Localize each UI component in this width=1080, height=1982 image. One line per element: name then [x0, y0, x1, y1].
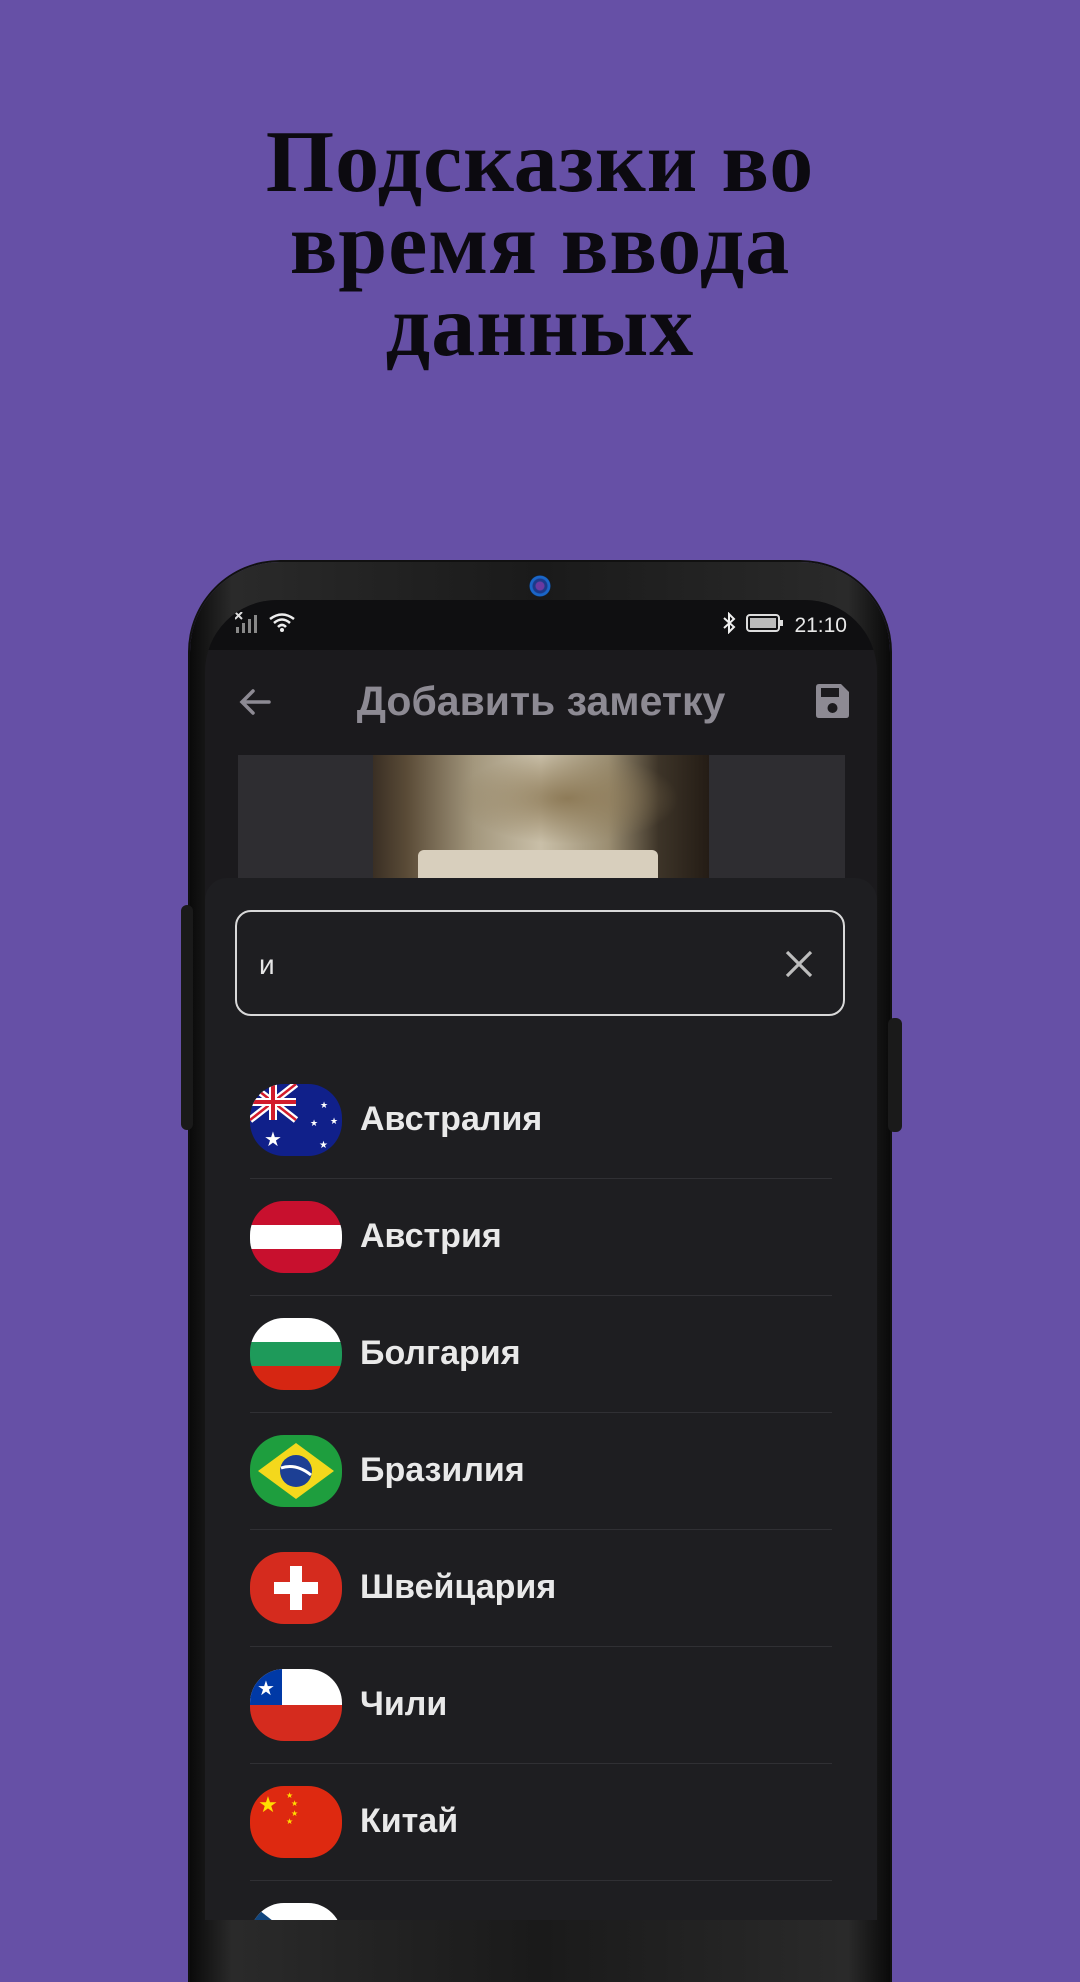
country-name: Чили: [360, 1685, 448, 1723]
svg-text:★: ★: [291, 1799, 298, 1808]
list-item[interactable]: [205, 1881, 877, 1920]
svg-text:★: ★: [258, 1793, 278, 1818]
china-flag-icon: ★ ★ ★ ★ ★: [250, 1786, 342, 1858]
country-search-field[interactable]: [235, 910, 845, 1016]
phone-screen: 21:10 Добавить заметку и ★ ★ ★ ★ ★ Австр…: [205, 600, 877, 1920]
svg-text:★: ★: [330, 1117, 338, 1127]
svg-text:★: ★: [257, 1676, 275, 1700]
svg-text:★: ★: [320, 1101, 328, 1111]
list-item[interactable]: ★ ★ ★ ★ ★ Австралия: [205, 1062, 877, 1179]
country-name: Австрия: [360, 1217, 502, 1255]
svg-text:★: ★: [310, 1119, 318, 1129]
list-item[interactable]: Австрия: [205, 1179, 877, 1296]
list-item[interactable]: ★ Чили: [205, 1647, 877, 1764]
country-name: Австралия: [360, 1100, 543, 1138]
bottle-label: [418, 850, 658, 880]
status-bar: 21:10: [205, 600, 877, 650]
headline-line-3: данных: [385, 278, 695, 375]
list-item[interactable]: ★ ★ ★ ★ ★ Китай: [205, 1764, 877, 1881]
switzerland-flag-icon: [250, 1552, 342, 1624]
brazil-flag-icon: [250, 1435, 342, 1507]
czech-flag-icon: [250, 1903, 342, 1920]
phone-side-button-left: [181, 905, 193, 1130]
country-picker-sheet: ★ ★ ★ ★ ★ Австралия Австрия: [205, 878, 877, 1920]
australia-flag-icon: ★ ★ ★ ★ ★: [250, 1084, 342, 1156]
country-list: ★ ★ ★ ★ ★ Австралия Австрия Болгария Бра…: [205, 1062, 877, 1920]
wifi-icon: [269, 613, 295, 639]
page-title: Добавить заметку: [356, 678, 726, 724]
app-bar: Добавить заметку: [205, 650, 877, 754]
photo-preview[interactable]: [238, 755, 845, 880]
svg-text:★: ★: [286, 1817, 293, 1826]
promo-headline: Подсказки во время ввода данных: [0, 114, 1080, 375]
country-name: Китай: [360, 1802, 459, 1840]
list-item[interactable]: Бразилия: [205, 1413, 877, 1530]
bluetooth-icon: [722, 611, 736, 640]
country-name: Швейцария: [360, 1568, 557, 1606]
headline-line-1: Подсказки во: [265, 114, 815, 211]
headline-line-2: время ввода: [289, 196, 791, 293]
wine-bottle-photo: [373, 755, 709, 880]
battery-icon: [746, 614, 784, 638]
bulgaria-flag-icon: [250, 1318, 342, 1390]
clear-icon[interactable]: [783, 948, 815, 980]
save-icon[interactable]: [813, 682, 851, 720]
clock-text: 21:10: [794, 614, 847, 637]
country-name: Болгария: [360, 1334, 521, 1372]
svg-text:★: ★: [264, 1127, 282, 1151]
austria-flag-icon: [250, 1201, 342, 1273]
signal-icon: [234, 611, 259, 640]
list-item[interactable]: Болгария: [205, 1296, 877, 1413]
svg-text:★: ★: [319, 1140, 328, 1151]
search-input[interactable]: [257, 940, 741, 990]
phone-side-button-right: [888, 1018, 902, 1132]
chile-flag-icon: ★: [250, 1669, 342, 1741]
front-camera-icon: [529, 575, 551, 597]
country-name: Бразилия: [360, 1451, 525, 1489]
list-item[interactable]: Швейцария: [205, 1530, 877, 1647]
